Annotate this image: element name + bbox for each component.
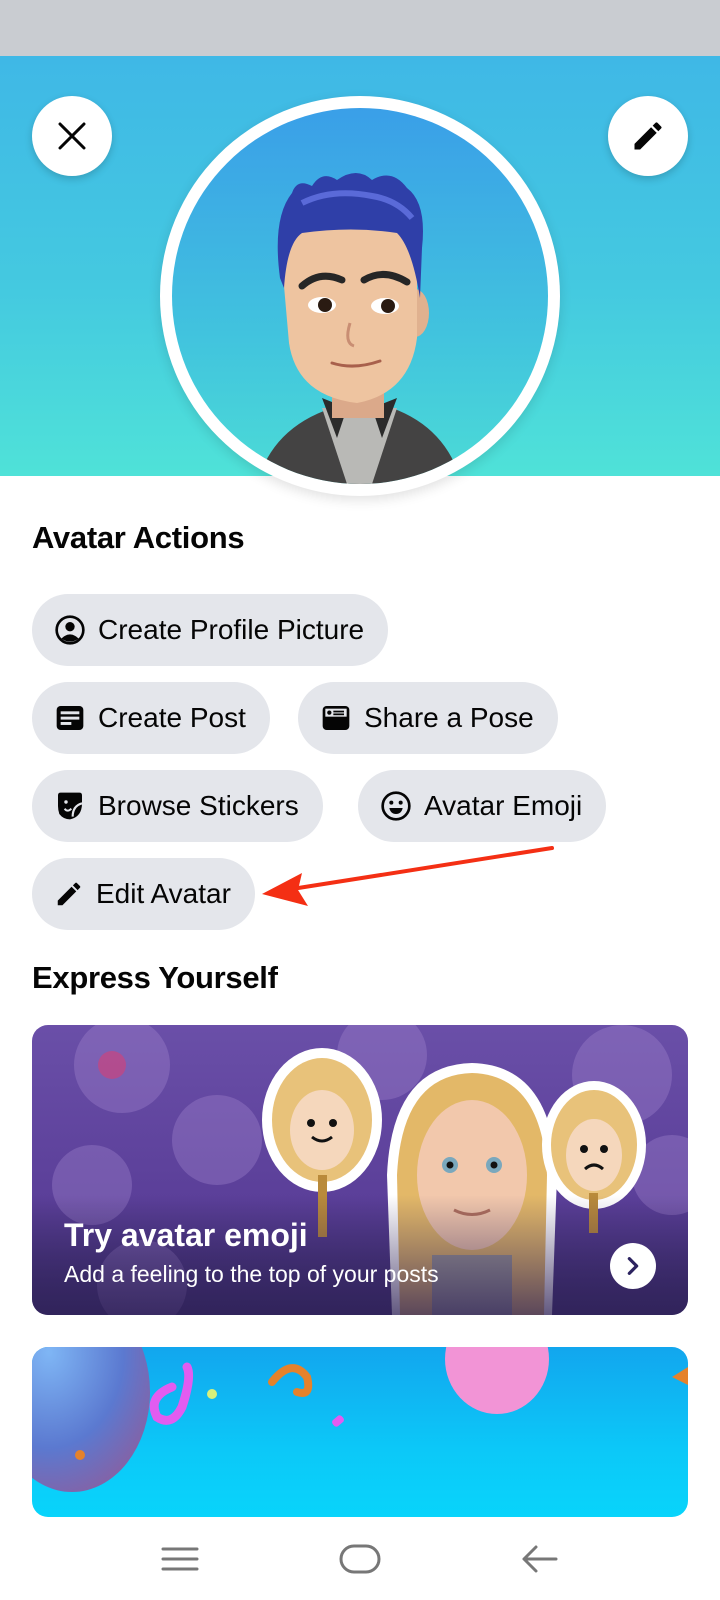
avatar-illustration (257, 173, 462, 484)
close-button[interactable] (32, 96, 112, 176)
card-next-button[interactable] (610, 1243, 656, 1289)
pencil-icon (634, 122, 662, 150)
pose-card-icon (322, 706, 350, 730)
smile-icon (381, 791, 411, 821)
home-icon (339, 1544, 381, 1574)
post-icon (56, 706, 84, 730)
avatar-emoji-button[interactable]: Avatar Emoji (358, 770, 607, 842)
status-bar (0, 0, 720, 56)
try-avatar-emoji-card[interactable]: Try avatar emoji Add a feeling to the to… (32, 1025, 688, 1315)
recent-apps-button[interactable] (140, 1535, 220, 1583)
avatar-image (172, 108, 548, 484)
create-profile-picture-button[interactable]: Create Profile Picture (32, 594, 389, 666)
card-title: Try avatar emoji (64, 1217, 308, 1253)
express-yourself-heading: Express Yourself (32, 960, 278, 995)
avatar-actions-heading: Avatar Actions (32, 520, 245, 555)
close-icon (58, 122, 86, 150)
home-button[interactable] (320, 1535, 400, 1583)
back-button[interactable] (500, 1535, 580, 1583)
chip-label: Edit Avatar (96, 878, 231, 909)
edit-button[interactable] (608, 96, 688, 176)
chip-label: Create Profile Picture (98, 614, 365, 645)
avatar-picture (160, 96, 560, 496)
chevron-right-icon (627, 1257, 639, 1275)
celebration-card[interactable] (32, 1347, 688, 1517)
system-navigation-bar (0, 1517, 720, 1600)
browse-stickers-button[interactable]: Browse Stickers (32, 770, 323, 842)
balloons-illustration (32, 1347, 688, 1492)
chip-label: Share a Pose (364, 702, 534, 733)
sticker-icon (58, 792, 83, 820)
chip-label: Avatar Emoji (424, 790, 583, 821)
create-post-button[interactable]: Create Post (32, 682, 270, 754)
back-arrow-icon (522, 1545, 558, 1573)
menu-icon (161, 1547, 199, 1571)
share-a-pose-button[interactable]: Share a Pose (298, 682, 558, 754)
profile-circle-icon (55, 615, 85, 645)
pencil-icon (57, 882, 81, 906)
chip-label: Browse Stickers (98, 790, 299, 821)
chip-label: Create Post (98, 702, 246, 733)
card-subtitle: Add a feeling to the top of your posts (64, 1261, 439, 1287)
edit-avatar-button[interactable]: Edit Avatar (32, 858, 255, 930)
